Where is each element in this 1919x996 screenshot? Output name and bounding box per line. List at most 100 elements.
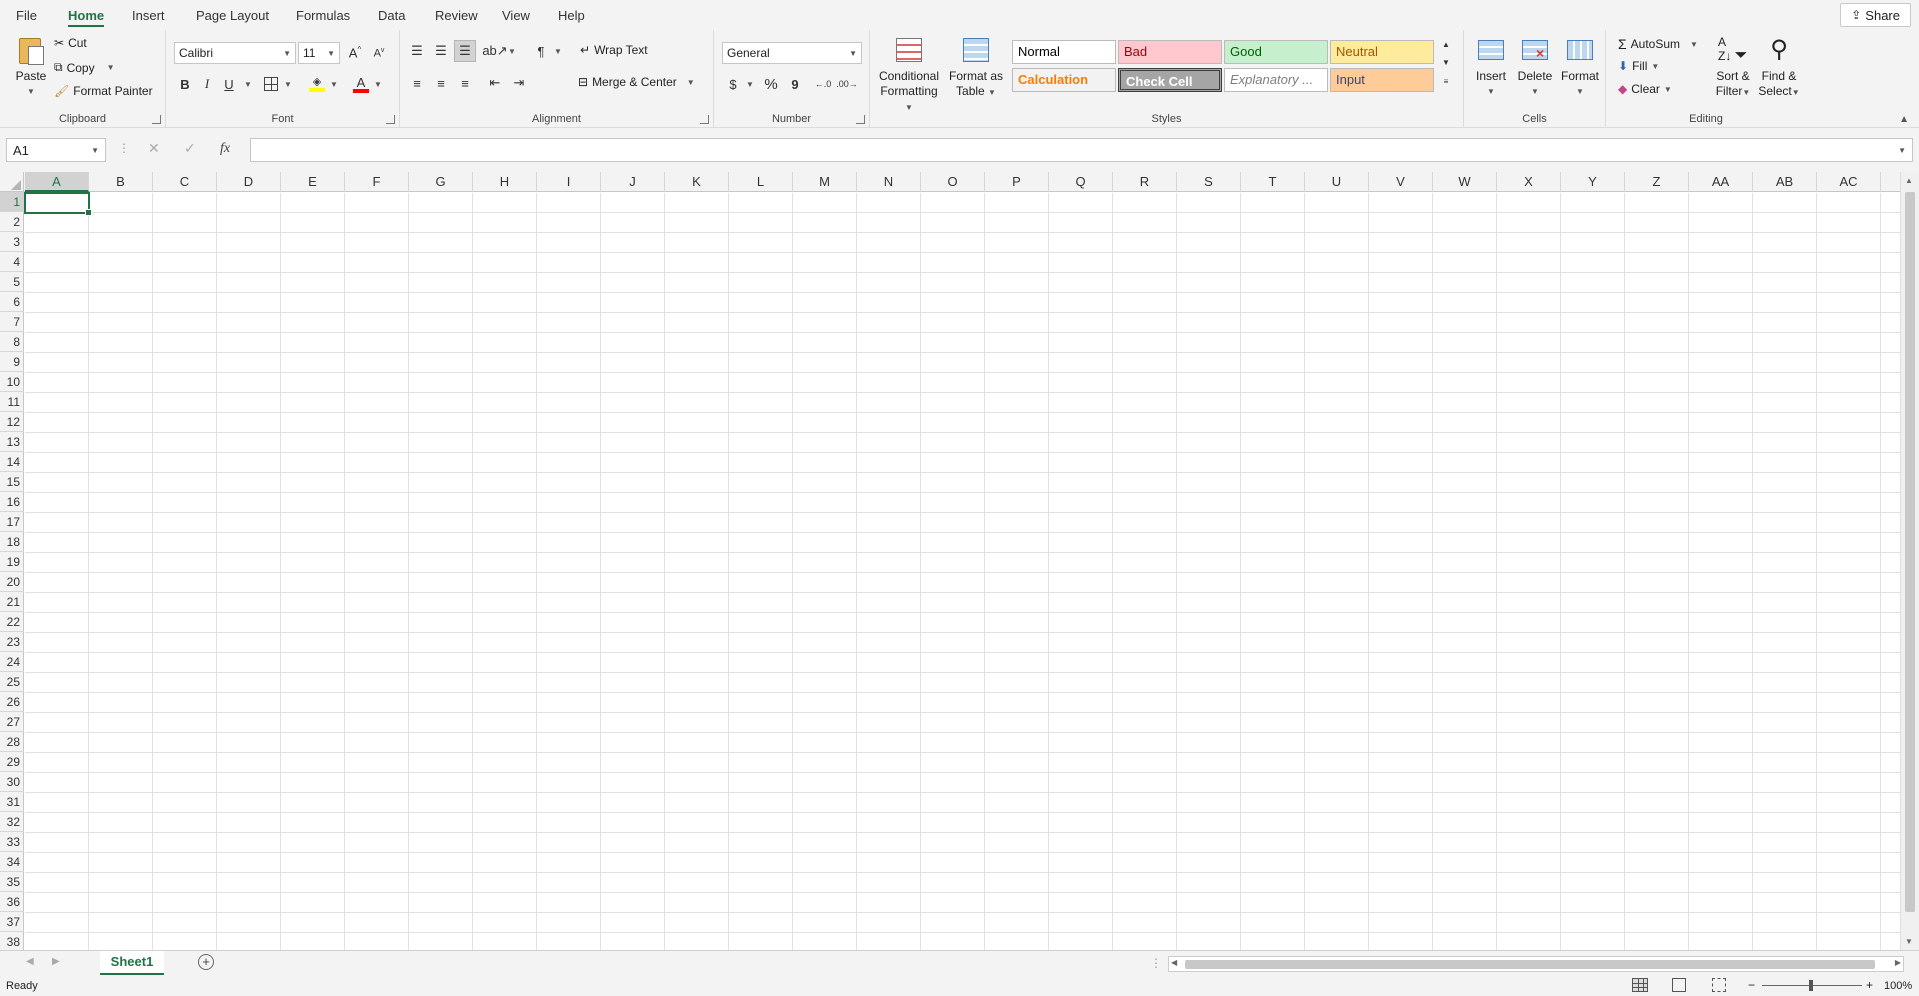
- style-calculation[interactable]: Calculation: [1012, 68, 1116, 92]
- style-neutral[interactable]: Neutral: [1330, 40, 1434, 64]
- cell-area[interactable]: [25, 193, 1900, 953]
- style-bad[interactable]: Bad: [1118, 40, 1222, 64]
- vertical-scroll-thumb[interactable]: [1905, 192, 1915, 912]
- column-header[interactable]: Y: [1561, 172, 1625, 192]
- zoom-slider-thumb[interactable]: [1809, 980, 1813, 991]
- row-header[interactable]: 12: [0, 412, 24, 432]
- active-cell[interactable]: [24, 192, 92, 216]
- horizontal-scroll-thumb[interactable]: [1185, 960, 1875, 969]
- clipboard-launcher-icon[interactable]: [152, 115, 161, 124]
- column-header[interactable]: V: [1369, 172, 1433, 192]
- paragraph-chevron-down-icon[interactable]: ▼: [554, 47, 562, 56]
- row-header[interactable]: 17: [0, 512, 24, 532]
- column-header[interactable]: F: [345, 172, 409, 192]
- row-header[interactable]: 25: [0, 672, 24, 692]
- borders-button[interactable]: [260, 73, 282, 95]
- row-header[interactable]: 2: [0, 212, 24, 232]
- zoom-out-icon[interactable]: −: [1748, 978, 1755, 992]
- scroll-left-icon[interactable]: ◀: [1171, 958, 1177, 967]
- fill-button[interactable]: ⬇ Fill ▼: [1618, 59, 1659, 73]
- column-header[interactable]: X: [1497, 172, 1561, 192]
- row-header[interactable]: 19: [0, 552, 24, 572]
- column-header[interactable]: J: [601, 172, 665, 192]
- font-color-button[interactable]: A: [350, 73, 372, 95]
- column-header[interactable]: Q: [1049, 172, 1113, 192]
- share-button[interactable]: ⇪ Share: [1840, 3, 1911, 27]
- increase-indent-button[interactable]: ⇥: [508, 72, 530, 94]
- style-explanatory[interactable]: Explanatory ...: [1224, 68, 1328, 92]
- decrease-indent-button[interactable]: ⇤: [484, 72, 506, 94]
- italic-button[interactable]: I: [196, 73, 218, 95]
- decrease-font-size-button[interactable]: Av: [368, 42, 390, 64]
- scroll-down-icon[interactable]: ▼: [1905, 937, 1913, 946]
- font-launcher-icon[interactable]: [386, 115, 395, 124]
- row-header[interactable]: 37: [0, 912, 24, 932]
- font-size-select[interactable]: 11 ▼: [298, 42, 340, 64]
- column-header[interactable]: K: [665, 172, 729, 192]
- row-header[interactable]: 13: [0, 432, 24, 452]
- comma-style-button[interactable]: 9: [784, 73, 806, 95]
- column-header[interactable]: C: [153, 172, 217, 192]
- tab-home[interactable]: Home: [68, 6, 105, 27]
- format-painter-button[interactable]: 🖌 Format Painter: [54, 84, 153, 98]
- currency-button[interactable]: $: [722, 73, 744, 95]
- row-header[interactable]: 8: [0, 332, 24, 352]
- column-header[interactable]: N: [857, 172, 921, 192]
- row-header[interactable]: 34: [0, 852, 24, 872]
- row-header[interactable]: 11: [0, 392, 24, 412]
- conditional-formatting-button[interactable]: Conditional Formatting ▼: [876, 34, 942, 115]
- row-header[interactable]: 28: [0, 732, 24, 752]
- column-header[interactable]: AC: [1817, 172, 1881, 192]
- row-header[interactable]: 26: [0, 692, 24, 712]
- row-header[interactable]: 33: [0, 832, 24, 852]
- row-header[interactable]: 15: [0, 472, 24, 492]
- copy-button[interactable]: ⧉ Copy ▼: [54, 60, 115, 75]
- tab-splitter-icon[interactable]: ⋮: [1150, 956, 1162, 970]
- align-left-button[interactable]: ≡: [406, 72, 428, 94]
- tab-formulas[interactable]: Formulas: [296, 6, 350, 25]
- row-header[interactable]: 16: [0, 492, 24, 512]
- row-header[interactable]: 38: [0, 932, 24, 952]
- row-header[interactable]: 20: [0, 572, 24, 592]
- underline-chevron-down-icon[interactable]: ▼: [244, 80, 252, 89]
- horizontal-scrollbar[interactable]: ◀ ▶: [1168, 956, 1904, 972]
- select-all-corner[interactable]: [0, 172, 24, 192]
- alignment-launcher-icon[interactable]: [700, 115, 709, 124]
- row-header[interactable]: 3: [0, 232, 24, 252]
- orientation-chevron-down-icon[interactable]: ▼: [508, 47, 516, 56]
- column-header[interactable]: O: [921, 172, 985, 192]
- column-header[interactable]: U: [1305, 172, 1369, 192]
- style-good[interactable]: Good: [1224, 40, 1328, 64]
- wrap-text-button[interactable]: ↵ Wrap Text: [580, 43, 648, 57]
- zoom-slider[interactable]: [1762, 980, 1862, 991]
- column-header[interactable]: L: [729, 172, 793, 192]
- currency-chevron-down-icon[interactable]: ▼: [746, 80, 754, 89]
- column-header[interactable]: G: [409, 172, 473, 192]
- page-layout-view-icon[interactable]: [1672, 978, 1686, 992]
- style-normal[interactable]: Normal: [1012, 40, 1116, 64]
- row-header[interactable]: 14: [0, 452, 24, 472]
- scroll-up-icon[interactable]: ▲: [1905, 176, 1913, 185]
- orientation-button[interactable]: ab↗: [482, 40, 507, 62]
- increase-decimal-button[interactable]: ←.0: [812, 73, 834, 95]
- tab-insert[interactable]: Insert: [132, 6, 165, 25]
- column-header[interactable]: B: [89, 172, 153, 192]
- column-header[interactable]: AA: [1689, 172, 1753, 192]
- paste-button[interactable]: Paste ▼: [6, 34, 56, 99]
- clear-button[interactable]: ◆ Clear ▼: [1618, 82, 1672, 96]
- number-format-select[interactable]: General ▼: [722, 42, 862, 64]
- row-header[interactable]: 7: [0, 312, 24, 332]
- column-header[interactable]: P: [985, 172, 1049, 192]
- decrease-decimal-button[interactable]: .00→: [836, 73, 858, 95]
- styles-scroll-down-button[interactable]: ▼: [1438, 54, 1454, 70]
- column-header[interactable]: D: [217, 172, 281, 192]
- column-header[interactable]: T: [1241, 172, 1305, 192]
- row-header[interactable]: 35: [0, 872, 24, 892]
- styles-more-button[interactable]: ≡: [1438, 72, 1454, 90]
- row-header[interactable]: 9: [0, 352, 24, 372]
- zoom-in-icon[interactable]: +: [1866, 978, 1873, 992]
- format-as-table-button[interactable]: Format as Table ▼: [948, 34, 1004, 100]
- autosum-button[interactable]: Σ AutoSum ▼: [1618, 36, 1698, 52]
- top-align-button[interactable]: ☰: [406, 40, 428, 62]
- bottom-align-button[interactable]: ☰: [454, 40, 476, 62]
